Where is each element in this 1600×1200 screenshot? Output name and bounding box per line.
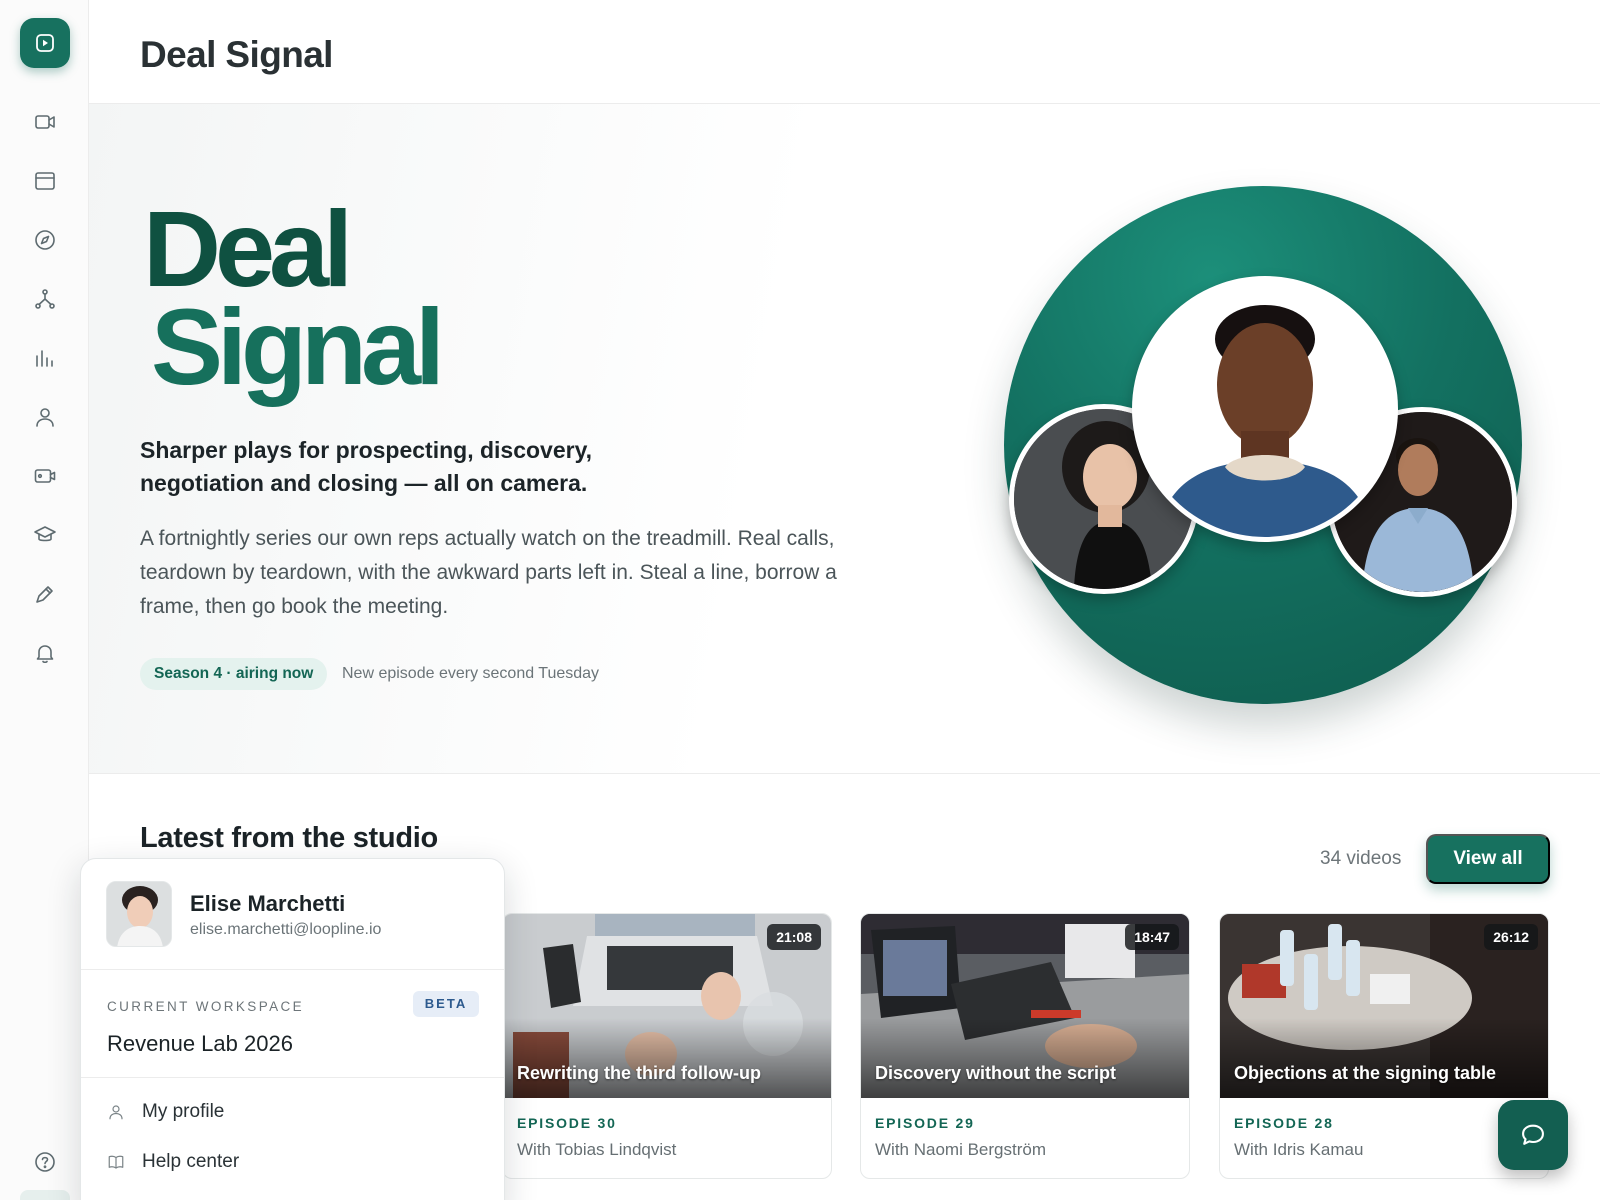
sidebar-item-people[interactable] <box>28 400 62 434</box>
book-icon <box>108 1155 124 1169</box>
sidebar-help-button[interactable] <box>28 1145 62 1179</box>
episode-host: With Idris Kamau <box>1234 1140 1364 1159</box>
chat-button[interactable] <box>1498 1100 1568 1170</box>
help-circle-icon <box>35 1152 55 1172</box>
network-icon <box>35 289 55 309</box>
user-icon <box>36 408 54 427</box>
schedule-note: New episode every second Tuesday <box>342 665 600 682</box>
workspace-name[interactable]: Revenue Lab 2026 <box>107 1031 293 1057</box>
sidebar-item-learning[interactable] <box>28 518 62 552</box>
sidebar-item-recordings[interactable] <box>28 459 62 493</box>
sidebar <box>0 0 89 1200</box>
profile-popover: Elise Marchetti elise.marchetti@loopline… <box>80 858 505 1200</box>
episode-label: EPISODE 28 <box>1234 1115 1334 1131</box>
sidebar-item-notifications[interactable] <box>28 636 62 670</box>
profile-email: elise.marchetti@loopline.io <box>190 921 382 938</box>
sidebar-item-library[interactable] <box>28 164 62 198</box>
hero-title-line-1: Deal <box>143 188 353 309</box>
video-thumbnail[interactable]: 26:12 Objections at the signing table <box>1220 914 1548 1098</box>
menu-item-label: Help center <box>142 1151 240 1172</box>
browser-window-icon <box>35 172 55 190</box>
chat-bubble-icon <box>1522 1124 1544 1145</box>
play-logo-button[interactable] <box>20 18 70 68</box>
menu-item-my-profile[interactable]: My profile <box>107 1097 224 1127</box>
sidebar-item-create[interactable] <box>28 577 62 611</box>
duration-badge: 18:47 <box>1125 924 1179 950</box>
play-icon <box>36 34 54 52</box>
duration-badge: 21:08 <box>767 924 821 950</box>
episode-host: With Naomi Bergström <box>875 1140 1046 1159</box>
divider <box>81 969 504 970</box>
sidebar-item-analytics[interactable] <box>28 341 62 375</box>
episode-label: EPISODE 30 <box>517 1115 617 1131</box>
video-card[interactable]: 21:08 Rewriting the third follow-up EPIS… <box>502 913 832 1179</box>
compass-icon <box>35 230 55 250</box>
bar-chart-icon <box>36 350 53 367</box>
video-icon <box>35 115 55 129</box>
video-thumbnail[interactable]: 18:47 Discovery without the script <box>861 914 1189 1098</box>
top-bar: Deal Signal <box>89 0 1600 104</box>
hero-title-line-2: Signal <box>151 286 445 407</box>
hero-section: Deal Signal Sharper plays for prospectin… <box>89 104 1600 774</box>
sidebar-item-videos[interactable] <box>28 105 62 139</box>
duration-badge: 26:12 <box>1484 924 1538 950</box>
video-title: Rewriting the third follow-up <box>517 1063 761 1083</box>
hero-subtitle: Sharper plays for prospecting, discovery… <box>140 437 593 496</box>
host-avatar-main <box>1132 276 1398 542</box>
video-title: Objections at the signing table <box>1234 1063 1497 1083</box>
profile-name: Elise Marchetti <box>190 891 346 916</box>
bell-icon <box>36 645 54 664</box>
hero-title: Deal Signal <box>143 188 445 407</box>
video-count: 34 videos <box>1320 848 1402 869</box>
video-thumbnail[interactable]: 21:08 Rewriting the third follow-up <box>503 914 831 1098</box>
video-title: Discovery without the script <box>875 1063 1117 1083</box>
sidebar-account-button[interactable] <box>20 1190 70 1200</box>
episode-host: With Tobias Lindqvist <box>517 1140 677 1159</box>
season-badge: Season 4 · airing now <box>140 658 328 690</box>
page-title: Deal Signal <box>140 34 333 75</box>
workspace-label: CURRENT WORKSPACE <box>107 999 305 1014</box>
video-card[interactable]: 18:47 Discovery without the script EPISO… <box>860 913 1190 1179</box>
graduation-cap-icon <box>34 526 56 542</box>
user-icon <box>109 1105 123 1120</box>
hero-description: A fortnightly series our own reps actual… <box>140 527 837 618</box>
sidebar-item-network[interactable] <box>28 282 62 316</box>
menu-item-label: My profile <box>142 1101 225 1122</box>
section-title: Latest from the studio <box>140 822 438 854</box>
menu-item-help-center[interactable]: Help center <box>107 1147 239 1177</box>
sidebar-item-explore[interactable] <box>28 223 62 257</box>
camera-icon <box>34 469 56 483</box>
episode-label: EPISODE 29 <box>875 1115 975 1131</box>
beta-badge: BETA <box>413 991 479 1017</box>
profile-avatar <box>106 881 172 947</box>
divider <box>81 1077 504 1078</box>
pen-icon <box>36 586 53 603</box>
view-all-button[interactable]: View all <box>1426 834 1550 884</box>
